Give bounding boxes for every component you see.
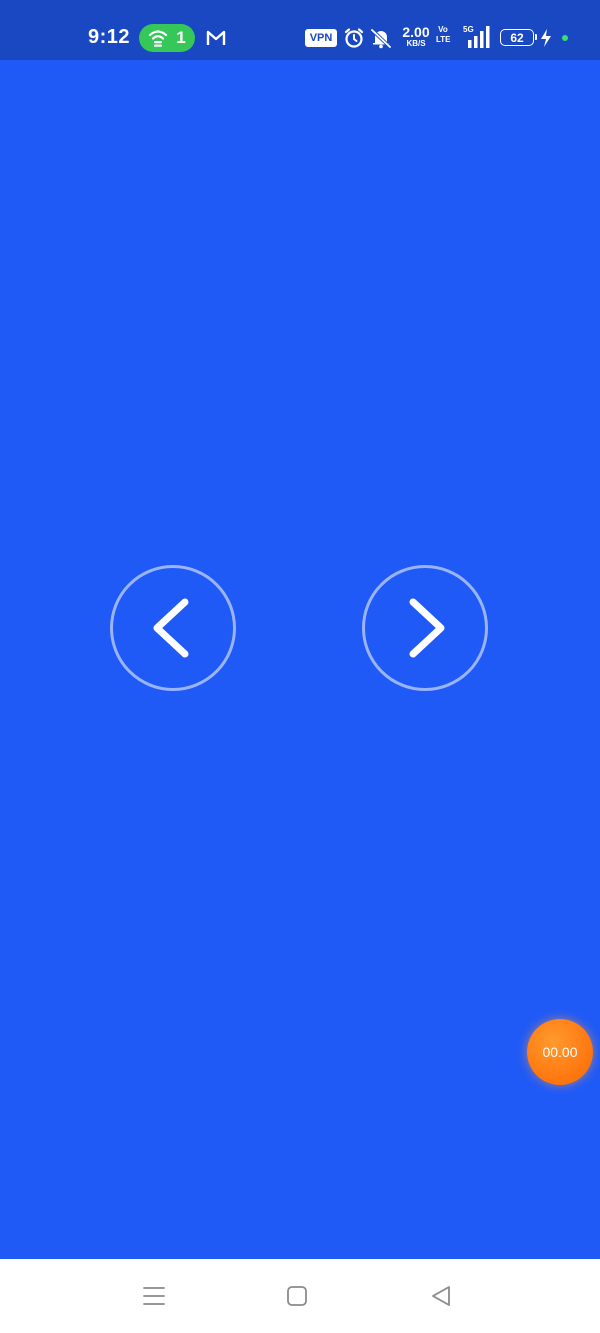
- signal-icon: [468, 26, 490, 48]
- volte-top: Vo: [438, 25, 448, 34]
- status-bar: 9:12 1 VPN 2.00 KB/S Vo LTE 5G 62: [0, 0, 600, 60]
- menu-icon[interactable]: [143, 1285, 165, 1307]
- back-icon[interactable]: [430, 1285, 452, 1307]
- network-speed: 2.00 KB/S: [399, 25, 433, 48]
- network-speed-unit: KB/S: [406, 39, 426, 48]
- privacy-dot: [562, 35, 568, 41]
- hotspot-icon: [149, 30, 168, 47]
- timer-text: 00.00: [542, 1044, 578, 1060]
- vpn-badge: VPN: [305, 29, 337, 47]
- gmail-icon: [206, 30, 226, 45]
- network-speed-value: 2.00: [402, 24, 430, 40]
- home-icon[interactable]: [286, 1285, 308, 1307]
- screen: 9:12 1 VPN 2.00 KB/S Vo LTE 5G 62 00.00: [0, 0, 600, 1333]
- volte-indicator: Vo LTE: [436, 25, 451, 46]
- mute-icon: [370, 28, 392, 49]
- charging-icon: [541, 29, 551, 47]
- system-navigation-bar: [0, 1259, 600, 1333]
- chevron-right-icon: [409, 598, 445, 658]
- hotspot-count: 1: [176, 28, 186, 47]
- status-time: 9:12: [88, 26, 131, 48]
- battery-indicator: 62: [500, 29, 537, 46]
- hotspot-indicator[interactable]: 1: [139, 24, 195, 52]
- alarm-icon: [344, 28, 364, 48]
- next-button[interactable]: [362, 565, 488, 691]
- previous-button[interactable]: [110, 565, 236, 691]
- volte-bottom: LTE: [436, 35, 451, 44]
- chevron-left-icon: [153, 598, 189, 658]
- timer-bubble[interactable]: 00.00: [527, 1019, 593, 1085]
